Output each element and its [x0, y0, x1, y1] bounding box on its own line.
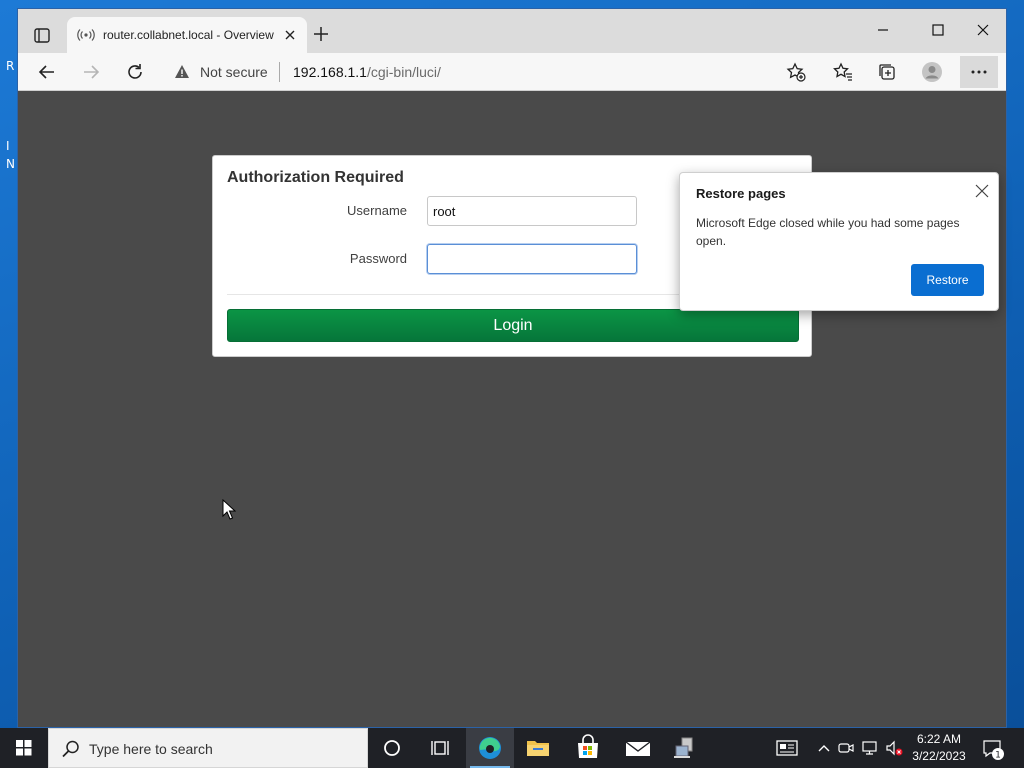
taskbar-search-input[interactable]: Type here to search	[48, 728, 368, 768]
forward-icon[interactable]	[80, 61, 102, 83]
add-favorite-icon[interactable]	[785, 61, 807, 83]
browser-toolbar: Not secure 192.168.1.1/cgi-bin/luci/	[18, 53, 1006, 91]
search-icon	[61, 739, 81, 759]
username-label: Username	[347, 203, 407, 218]
task-view-icon[interactable]	[416, 728, 464, 768]
popup-message: Microsoft Edge closed while you had some…	[696, 216, 960, 248]
clock-date: 3/22/2023	[912, 749, 966, 763]
restore-pages-popup: Restore pages Microsoft Edge closed whil…	[679, 172, 999, 311]
more-options-button[interactable]	[960, 56, 998, 88]
tab-title: router.collabnet.local - Overview	[103, 28, 274, 42]
clock-time: 6:22 AM	[916, 732, 962, 746]
login-title: Authorization Required	[227, 169, 404, 186]
restore-button[interactable]: Restore	[911, 264, 984, 296]
favorites-icon[interactable]	[832, 61, 854, 83]
taskbar: Type here to search 6:22 AM 3/22/2023 1	[0, 728, 1024, 768]
url-text[interactable]: 192.168.1.1/cgi-bin/luci/	[293, 64, 441, 80]
url-host: 192.168.1.1	[293, 64, 367, 80]
maximize-button[interactable]	[914, 15, 960, 45]
password-field[interactable]	[427, 244, 637, 274]
browser-window: router.collabnet.local - Overview Not se…	[17, 8, 1007, 728]
popup-title: Restore pages	[696, 186, 786, 201]
page-content: Authorization Required Username Password…	[18, 91, 1006, 727]
desktop-icon-fragment: N	[6, 157, 15, 171]
close-icon[interactable]	[283, 28, 297, 42]
tab-strip: router.collabnet.local - Overview	[18, 9, 1006, 53]
tab-actions-icon[interactable]	[28, 24, 56, 48]
mouse-cursor-icon	[222, 498, 237, 521]
edge-icon[interactable]	[466, 728, 514, 768]
password-label: Password	[349, 251, 407, 266]
notification-center-icon[interactable]: 1	[980, 736, 1006, 762]
warning-icon	[174, 64, 190, 80]
mail-icon[interactable]	[614, 728, 662, 768]
search-placeholder: Type here to search	[89, 741, 213, 757]
network-icon[interactable]	[860, 738, 880, 758]
network-app-icon[interactable]	[662, 728, 710, 768]
system-clock[interactable]: 6:22 AM 3/22/2023	[906, 731, 972, 765]
desktop-icon-fragment: R	[6, 59, 15, 73]
collections-icon[interactable]	[876, 61, 898, 83]
windows-start-icon[interactable]	[0, 728, 48, 768]
login-button[interactable]: Login	[227, 309, 799, 342]
new-tab-button[interactable]	[312, 25, 330, 43]
volume-muted-icon[interactable]	[884, 738, 904, 758]
refresh-icon[interactable]	[124, 61, 146, 83]
desktop-icon-fragment: I	[6, 139, 10, 153]
chevron-up-icon[interactable]	[814, 738, 834, 758]
wireless-icon	[77, 28, 95, 42]
url-path: /cgi-bin/luci/	[366, 64, 441, 80]
username-field[interactable]	[427, 196, 637, 226]
divider	[279, 62, 280, 82]
file-explorer-icon[interactable]	[514, 728, 562, 768]
minimize-button[interactable]	[860, 15, 906, 45]
cortana-icon[interactable]	[368, 728, 416, 768]
tab-router-overview[interactable]: router.collabnet.local - Overview	[67, 17, 307, 53]
close-window-button[interactable]	[960, 15, 1006, 45]
news-icon[interactable]	[776, 738, 798, 758]
close-icon[interactable]	[975, 184, 989, 198]
back-icon[interactable]	[36, 61, 58, 83]
notification-count: 1	[995, 751, 1001, 761]
profile-avatar[interactable]	[921, 61, 943, 83]
security-status[interactable]: Not secure	[200, 64, 268, 80]
store-icon[interactable]	[564, 728, 612, 768]
meet-now-icon[interactable]	[836, 738, 856, 758]
